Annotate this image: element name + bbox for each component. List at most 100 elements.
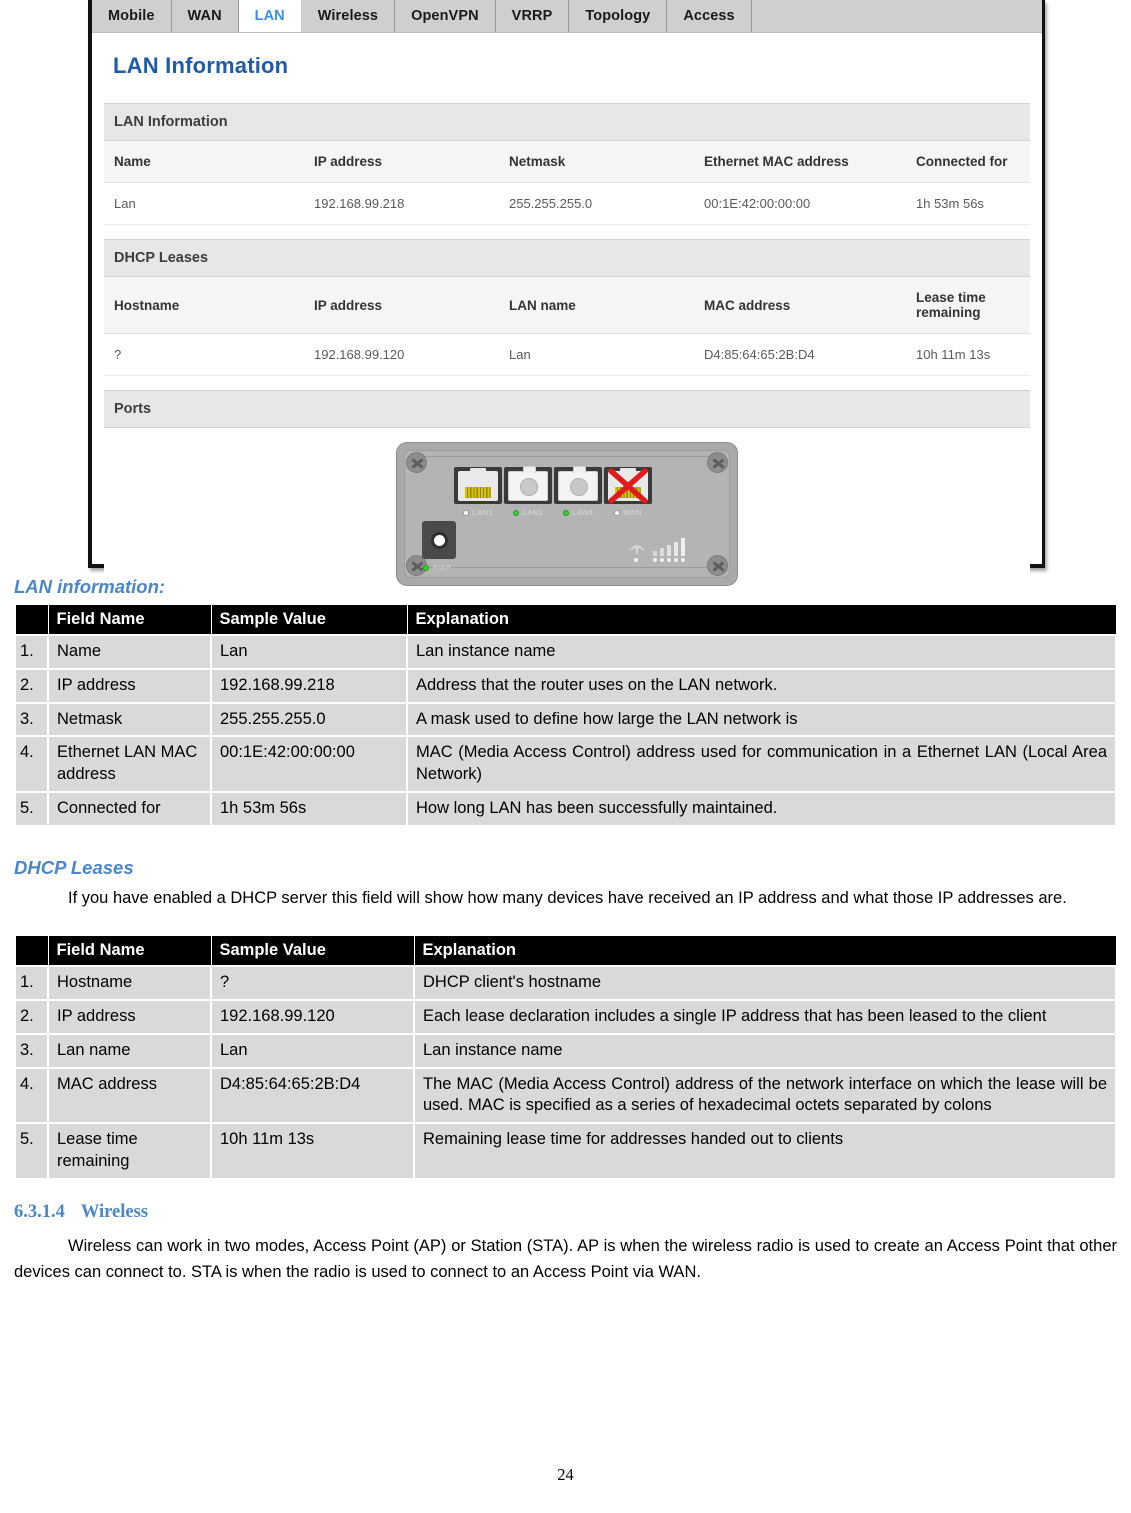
port-led-icon (614, 509, 621, 516)
cell-index: 3. (14, 1032, 49, 1069)
column-header-field-name: Field Name (47, 604, 212, 636)
cell-index: 4. (14, 1066, 49, 1125)
port-label-wan: WAN (604, 508, 652, 517)
device-top-seam (423, 456, 711, 457)
port-led-icon (563, 509, 570, 516)
nav-tab-bar: Mobile WAN LAN Wireless OpenVPN VRRP Top… (92, 0, 1042, 33)
cell-connected-for: 1h 53m 56s (906, 182, 1030, 225)
column-header-sample-value: Sample Value (210, 935, 415, 967)
port-lan3[interactable]: LAN3 (554, 465, 602, 517)
cell-index: 1. (14, 965, 49, 1002)
cell-ip-address: 192.168.99.218 (304, 182, 499, 225)
column-header-mac-address: MAC address (694, 277, 906, 334)
port-lan2[interactable]: LAN2 (504, 465, 552, 517)
table-row: 1. Name Lan Lan instance name (14, 634, 1117, 670)
port-led-icon (463, 509, 470, 516)
tab-label: LAN (254, 8, 285, 24)
page-number: 24 (557, 1465, 574, 1484)
tab-wan[interactable]: WAN (171, 0, 239, 32)
cell-sample-value: Lan (210, 634, 408, 670)
vertical-gap (0, 827, 1131, 849)
heading-lan-information: LAN information: (14, 576, 166, 597)
table-row: 2. IP address 192.168.99.120 Each lease … (14, 999, 1117, 1035)
tab-vrrp[interactable]: VRRP (495, 0, 570, 32)
tab-label: Access (683, 8, 735, 24)
column-header-ip-address: IP address (304, 277, 499, 334)
cell-explanation: A mask used to define how large the LAN … (406, 701, 1117, 738)
screw-icon (707, 452, 728, 473)
cell-field-name: Connected for (47, 790, 212, 827)
tab-label: Topology (585, 8, 651, 24)
tab-mobile[interactable]: Mobile (92, 0, 172, 32)
cell-sample-value: 192.168.99.120 (210, 999, 415, 1035)
rj45-jack-icon (604, 467, 652, 504)
column-header-sample-value: Sample Value (210, 604, 408, 636)
cell-lan-name: Lan (499, 333, 694, 376)
table-row: 3. Netmask 255.255.255.0 A mask used to … (14, 701, 1117, 738)
cell-field-name: Hostname (47, 965, 212, 1002)
cell-name: Lan (104, 182, 304, 225)
cell-field-name: Ethernet LAN MAC address (47, 735, 212, 793)
cell-index: 2. (14, 667, 49, 704)
port-label-lan3: LAN3 (554, 508, 602, 517)
port-lan1[interactable]: LAN1 (454, 467, 502, 517)
table-header-row: Hostname IP address LAN name MAC address… (104, 277, 1030, 334)
column-header-name: Name (104, 141, 304, 183)
router-device-illustration: LAN1 LAN2 LAN3 WAN PWR (396, 442, 738, 586)
port-label-lan2: LAN2 (504, 508, 552, 517)
cell-sample-value: 192.168.99.218 (210, 667, 408, 704)
tab-label: OpenVPN (411, 8, 479, 24)
column-header-connected-for: Connected for (906, 141, 1030, 183)
lan-information-table: Name IP address Netmask Ethernet MAC add… (104, 141, 1030, 225)
table-row: ? 192.168.99.120 Lan D4:85:64:65:2B:D4 1… (104, 333, 1030, 376)
cell-index: 4. (14, 735, 49, 793)
table-header-row: Field Name Sample Value Explanation (14, 604, 1117, 636)
tab-wireless[interactable]: Wireless (301, 0, 396, 32)
port-led-icon (513, 509, 520, 516)
cell-field-name: IP address (47, 667, 212, 704)
cell-sample-value: 10h 11m 13s (210, 1122, 415, 1180)
cell-netmask: 255.255.255.0 (499, 182, 694, 225)
table-row: 2. IP address 192.168.99.218 Address tha… (14, 667, 1117, 704)
cell-explanation: How long LAN has been successfully maint… (406, 790, 1117, 827)
power-jack-icon (422, 521, 456, 559)
cell-field-name: Netmask (47, 701, 212, 738)
table-header-row: Name IP address Netmask Ethernet MAC add… (104, 141, 1030, 183)
cell-index: 1. (14, 634, 49, 670)
cell-explanation: Lan instance name (406, 634, 1117, 670)
cell-sample-value: D4:85:64:65:2B:D4 (210, 1066, 415, 1125)
tab-topology[interactable]: Topology (569, 0, 668, 32)
cell-explanation: DHCP client's hostname (413, 965, 1117, 1002)
section-header-lan-information: LAN Information (104, 103, 1030, 141)
cell-sample-value: 1h 53m 56s (210, 790, 408, 827)
section-number: 6.3.1.4 (14, 1201, 65, 1222)
port-wan[interactable]: WAN (604, 467, 652, 517)
vertical-gap (0, 911, 1131, 935)
cell-index: 3. (14, 701, 49, 738)
cell-sample-value: 00:1E:42:00:00:00 (210, 735, 408, 793)
manual-page: Mobile WAN LAN Wireless OpenVPN VRRP Top… (0, 0, 1131, 1513)
cell-index: 5. (14, 1122, 49, 1180)
column-header-index (14, 604, 49, 636)
port-label-text: WAN (623, 508, 642, 517)
port-label-text: LAN3 (572, 508, 593, 517)
column-header-hostname: Hostname (104, 277, 304, 334)
table-row: 5. Lease time remaining 10h 11m 13s Rema… (14, 1122, 1117, 1180)
column-header-ip-address: IP address (304, 141, 499, 183)
signal-strength-icon (629, 538, 685, 562)
cell-sample-value: Lan (210, 1032, 415, 1069)
table-row: Lan 192.168.99.218 255.255.255.0 00:1E:4… (104, 182, 1030, 225)
tab-access[interactable]: Access (667, 0, 752, 32)
sfp-jack-icon (554, 465, 602, 504)
tab-openvpn[interactable]: OpenVPN (395, 0, 496, 32)
paragraph-wireless: Wireless can work in two modes, Access P… (14, 1236, 1117, 1282)
cell-sample-value: 255.255.255.0 (210, 701, 408, 738)
table-row: 4. Ethernet LAN MAC address 00:1E:42:00:… (14, 735, 1117, 793)
dhcp-leases-table: Hostname IP address LAN name MAC address… (104, 277, 1030, 376)
cell-field-name: Lease time remaining (47, 1122, 212, 1180)
tab-lan[interactable]: LAN (238, 0, 302, 32)
cell-field-name: Lan name (47, 1032, 212, 1069)
cell-explanation: Remaining lease time for addresses hande… (413, 1122, 1117, 1180)
screw-icon (406, 452, 427, 473)
table-row: 5. Connected for 1h 53m 56s How long LAN… (14, 790, 1117, 827)
